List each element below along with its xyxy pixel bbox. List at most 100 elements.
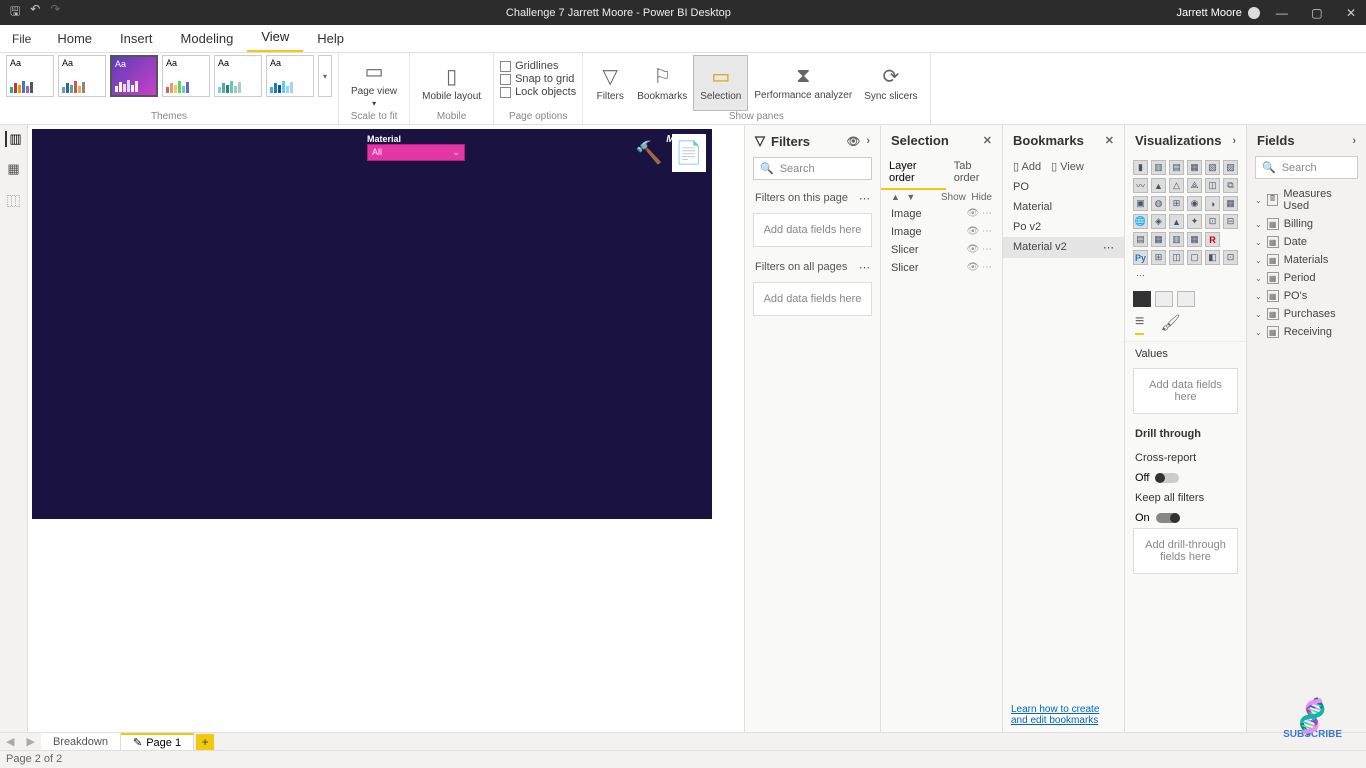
viz-type-icon[interactable]: ⧉ — [1223, 178, 1238, 193]
hammer-icon[interactable]: 🔨 — [632, 134, 666, 172]
field-table[interactable]: ⌄▦Period — [1247, 269, 1366, 287]
undo-icon[interactable]: ↶ — [30, 2, 40, 23]
viz-type-icon[interactable]: ▥ — [1169, 232, 1184, 247]
viz-type-icon[interactable]: ◑ — [1205, 196, 1220, 211]
selection-item[interactable]: Image👁 ⋯ — [881, 223, 1002, 241]
collapse-icon[interactable]: › — [866, 135, 870, 148]
more-icon[interactable]: ⋯ — [1103, 241, 1114, 254]
close-icon[interactable]: ✕ — [1336, 6, 1366, 20]
sync-slicers-button[interactable]: ⟳Sync slicers — [858, 55, 923, 111]
viz-type-icon[interactable]: ◈ — [1151, 214, 1166, 229]
redo-icon[interactable]: ↷ — [50, 2, 60, 23]
slicer-material[interactable]: Material All⌄ — [367, 134, 465, 161]
viz-gallery[interactable]: ▮▥▤▦▧▨ 〰▲△⟁◫⧉ ▣◍⊞◉◑▦ 🌐◈▲✦⊡⊟ ▤▦▥▦R Py⊞◫▢◧… — [1125, 156, 1246, 287]
field-table[interactable]: ⌄▦Receiving — [1247, 323, 1366, 341]
field-table[interactable]: ⌄▦Billing — [1247, 215, 1366, 233]
close-icon[interactable]: ✕ — [983, 134, 992, 147]
viz-fields-tab[interactable] — [1133, 291, 1151, 307]
viz-type-icon[interactable]: ⊟ — [1223, 214, 1238, 229]
data-view-icon[interactable]: ▦ — [7, 161, 19, 177]
collapse-icon[interactable]: › — [1232, 135, 1236, 147]
viz-type-icon[interactable]: ⊞ — [1169, 196, 1184, 211]
bookmarks-help-link[interactable]: Learn how to create and edit bookmarks — [1011, 704, 1116, 726]
themes-more-icon[interactable]: ▾ — [318, 55, 332, 97]
mobile-layout-button[interactable]: ▯Mobile layout — [416, 55, 487, 111]
bookmark-view-button[interactable]: ▯ View — [1051, 160, 1084, 173]
viz-type-icon[interactable]: ▦ — [1187, 160, 1202, 175]
layer-order-tab[interactable]: Layer order — [881, 156, 946, 190]
menu-modeling[interactable]: Modeling — [167, 25, 248, 52]
viz-type-icon[interactable]: ▢ — [1187, 250, 1202, 265]
viz-type-icon[interactable]: 〰 — [1133, 178, 1148, 193]
gridlines-checkbox[interactable]: Gridlines — [500, 60, 576, 72]
viz-type-icon[interactable]: ⟁ — [1187, 178, 1202, 193]
viz-type-icon[interactable]: ⊡ — [1205, 214, 1220, 229]
drill-through-dropzone[interactable]: Add drill-through fields here — [1133, 528, 1238, 574]
menu-file[interactable]: File — [0, 26, 43, 52]
viz-type-icon[interactable]: ▨ — [1223, 160, 1238, 175]
page-tab[interactable]: Breakdown — [41, 733, 121, 750]
viz-type-icon[interactable]: ▦ — [1151, 232, 1166, 247]
add-page-button[interactable]: + — [196, 734, 214, 750]
minimize-icon[interactable]: — — [1266, 6, 1298, 20]
visibility-icon[interactable]: 👁 ⋯ — [967, 244, 992, 256]
fields-well-icon[interactable]: ≡ — [1135, 313, 1144, 335]
filters-all-dropzone[interactable]: Add data fields here — [753, 282, 872, 316]
viz-type-icon[interactable]: ✦ — [1187, 214, 1202, 229]
menu-home[interactable]: Home — [43, 25, 106, 52]
bookmarks-pane-button[interactable]: ⚐Bookmarks — [631, 55, 693, 111]
theme-swatch[interactable]: Aa — [266, 55, 314, 97]
page-view-button[interactable]: ▭Page view▾ — [345, 55, 403, 111]
page-prev-icon[interactable]: ◀ — [0, 735, 20, 748]
selection-item[interactable]: Slicer👁 ⋯ — [881, 259, 1002, 277]
report-view-icon[interactable]: ▥ — [5, 131, 21, 147]
viz-analytics-tab[interactable] — [1177, 291, 1195, 307]
viz-type-icon[interactable]: ▲ — [1169, 214, 1184, 229]
theme-swatch[interactable]: Aa — [58, 55, 106, 97]
viz-type-icon[interactable]: ▥ — [1151, 160, 1166, 175]
more-icon[interactable]: ⋯ — [859, 261, 870, 274]
theme-swatch[interactable]: Aa — [6, 55, 54, 97]
filters-search[interactable]: 🔍Search — [753, 157, 872, 180]
page-tab-active[interactable]: ✎Page 1 — [121, 733, 194, 750]
viz-type-icon[interactable]: ▦ — [1223, 196, 1238, 211]
keep-filters-toggle[interactable]: On — [1125, 510, 1246, 526]
lock-checkbox[interactable]: Lock objects — [500, 86, 576, 98]
show-all-button[interactable]: Show — [941, 192, 966, 203]
values-dropzone[interactable]: Add data fields here — [1133, 368, 1238, 414]
cross-report-toggle[interactable]: Off — [1125, 470, 1246, 486]
viz-type-icon[interactable]: R — [1205, 232, 1220, 247]
theme-swatch[interactable]: Aa — [214, 55, 262, 97]
snap-checkbox[interactable]: Snap to grid — [500, 73, 576, 85]
menu-insert[interactable]: Insert — [106, 25, 167, 52]
more-icon[interactable]: ⋯ — [859, 192, 870, 205]
menu-help[interactable]: Help — [303, 25, 358, 52]
viz-format-tab[interactable] — [1155, 291, 1173, 307]
theme-swatch-selected[interactable]: Aa — [110, 55, 158, 97]
viz-type-icon[interactable]: ◫ — [1205, 178, 1220, 193]
report-canvas[interactable]: Material All⌄ Material 🔨 📄 — [32, 129, 712, 519]
visibility-icon[interactable]: 👁 ⋯ — [967, 226, 992, 238]
bookmark-item[interactable]: PO — [1003, 177, 1124, 197]
format-brush-icon[interactable]: 🖌 — [1160, 313, 1180, 335]
slicer-dropdown[interactable]: All⌄ — [367, 144, 465, 161]
reorder-arrows[interactable]: ▲ ▼ — [891, 192, 917, 203]
viz-type-icon[interactable]: ⊞ — [1151, 250, 1166, 265]
viz-type-icon[interactable]: ◍ — [1151, 196, 1166, 211]
theme-swatch[interactable]: Aa — [162, 55, 210, 97]
viz-type-icon[interactable]: ▤ — [1169, 160, 1184, 175]
viz-type-icon[interactable]: 🌐 — [1133, 214, 1148, 229]
tab-order-tab[interactable]: Tab order — [946, 156, 1002, 190]
model-view-icon[interactable]: ⿲ — [7, 191, 20, 210]
menu-view[interactable]: View — [247, 23, 303, 52]
maximize-icon[interactable]: ▢ — [1301, 6, 1332, 20]
collapse-icon[interactable]: › — [1352, 135, 1356, 147]
bookmark-add-button[interactable]: ▯ Add — [1013, 160, 1041, 173]
filters-page-dropzone[interactable]: Add data fields here — [753, 213, 872, 247]
bookmark-item[interactable]: Material — [1003, 197, 1124, 217]
field-table[interactable]: ⌄▦Purchases — [1247, 305, 1366, 323]
save-icon[interactable]: 🖫 — [10, 2, 20, 23]
avatar[interactable] — [1248, 7, 1260, 19]
viz-type-icon[interactable]: ◧ — [1205, 250, 1220, 265]
viz-type-icon[interactable]: ▧ — [1205, 160, 1220, 175]
